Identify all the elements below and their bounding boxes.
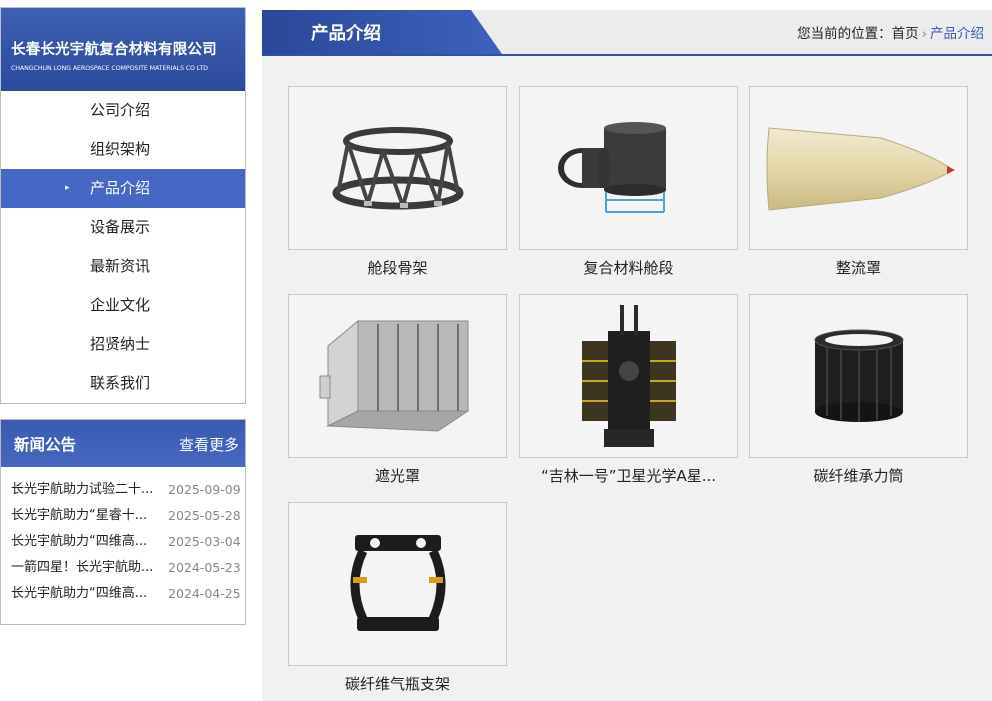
menu-item-recruitment[interactable]: 招贤纳士 [1,325,245,364]
section-header: 产品介绍 您当前的位置：首页 › 产品介绍 [262,10,992,56]
product-name[interactable]: “吉林一号”卫星光学A星... [519,465,738,486]
news-list: 长光宇航助力试验二十... 2025-09-09 长光宇航助力“星睿十... 202… [1,467,245,610]
menu-item-contact[interactable]: 联系我们 [1,364,245,403]
menu-item-label: 设备展示 [90,218,151,236]
composite-cabin-image[interactable] [519,86,738,250]
frame-structure-image[interactable] [288,86,507,250]
menu-item-label: 联系我们 [90,374,151,392]
carbon-cylinder-image[interactable] [749,294,968,458]
news-item-date: 2024-05-23 [168,560,241,575]
product-card[interactable]: 复合材料舱段 [519,86,738,278]
product-card[interactable]: 舱段骨架 [288,86,507,278]
news-item-title[interactable]: 一箭四星！长光宇航助... [11,558,163,578]
menu-item-organization[interactable]: 组织架构 [1,130,245,169]
main-content: 产品介绍 您当前的位置：首页 › 产品介绍 舱段骨架 复合材料舱段 整流罩 遮光… [262,10,992,701]
breadcrumb-home[interactable]: 首页 [892,26,919,42]
menu-item-label: 公司介绍 [90,101,151,119]
fairing-image[interactable] [749,86,968,250]
news-item[interactable]: 长光宇航助力“四维高... 2025-03-04 [1,532,245,558]
news-item-date: 2024-04-25 [168,586,241,601]
side-menu: 公司介绍 组织架构 ▸ 产品介绍 设备展示 最新资讯 企业文化 招贤纳士 联系我… [0,91,246,404]
menu-item-products[interactable]: ▸ 产品介绍 [1,169,245,208]
gas-bottle-bracket-image[interactable] [288,502,507,666]
menu-item-equipment[interactable]: 设备展示 [1,208,245,247]
company-name-en: CHANGCHUN LONG AEROSPACE COMPOSITE MATER… [11,65,208,72]
section-title: 产品介绍 [311,24,381,44]
light-shield-image[interactable] [288,294,507,458]
news-header: 新闻公告 查看更多 [1,420,245,467]
menu-item-label: 招贤纳士 [90,335,151,353]
menu-item-news[interactable]: 最新资讯 [1,247,245,286]
view-more-link[interactable]: 查看更多 [179,434,239,455]
news-item-date: 2025-05-28 [168,508,241,523]
section-title-tab [262,10,502,54]
product-name[interactable]: 复合材料舱段 [519,257,738,278]
news-item-title[interactable]: 长光宇航助力“星睿十... [11,506,163,526]
menu-item-label: 最新资讯 [90,257,151,275]
breadcrumb-current[interactable]: 产品介绍 [930,26,984,42]
news-panel: 新闻公告 查看更多 长光宇航助力试验二十... 2025-09-09 长光宇航助力… [0,419,246,625]
breadcrumb: 您当前的位置：首页 › 产品介绍 [797,22,984,42]
chevron-right-icon: › [921,26,927,42]
breadcrumb-prefix: 您当前的位置： [797,26,892,42]
menu-item-culture[interactable]: 企业文化 [1,286,245,325]
product-name[interactable]: 舱段骨架 [288,257,507,278]
caret-right-icon: ▸ [65,183,70,193]
product-card[interactable]: 碳纤维承力筒 [749,294,968,486]
news-item-date: 2025-09-09 [168,482,241,497]
satellite-image[interactable] [519,294,738,458]
news-item-title[interactable]: 长光宇航助力“四维高... [11,584,163,604]
product-card[interactable]: 碳纤维气瓶支架 [288,502,507,694]
news-item[interactable]: 长光宇航助力试验二十... 2025-09-09 [1,480,245,506]
company-logo[interactable]: 长春长光宇航复合材料有限公司 CHANGCHUN LONG AEROSPACE … [0,7,246,91]
news-item[interactable]: 长光宇航助力“四维高... 2024-04-25 [1,584,245,610]
menu-item-label: 组织架构 [90,140,151,158]
product-name[interactable]: 整流罩 [749,257,968,278]
product-card[interactable]: 整流罩 [749,86,968,278]
news-item-title[interactable]: 长光宇航助力“四维高... [11,532,163,552]
news-item-date: 2025-03-04 [168,534,241,549]
menu-item-label: 企业文化 [90,296,151,314]
news-item[interactable]: 一箭四星！长光宇航助... 2024-05-23 [1,558,245,584]
product-name[interactable]: 碳纤维承力筒 [749,465,968,486]
product-name[interactable]: 遮光罩 [288,465,507,486]
menu-item-company-intro[interactable]: 公司介绍 [1,91,245,130]
left-column: 长春长光宇航复合材料有限公司 CHANGCHUN LONG AEROSPACE … [0,7,246,404]
news-item-title[interactable]: 长光宇航助力试验二十... [11,480,163,500]
news-item[interactable]: 长光宇航助力“星睿十... 2025-05-28 [1,506,245,532]
product-card[interactable]: “吉林一号”卫星光学A星... [519,294,738,486]
product-card[interactable]: 遮光罩 [288,294,507,486]
product-name[interactable]: 碳纤维气瓶支架 [288,673,507,694]
menu-item-label: 产品介绍 [90,179,151,197]
news-title: 新闻公告 [14,436,77,454]
company-name-cn: 长春长光宇航复合材料有限公司 [11,42,217,58]
